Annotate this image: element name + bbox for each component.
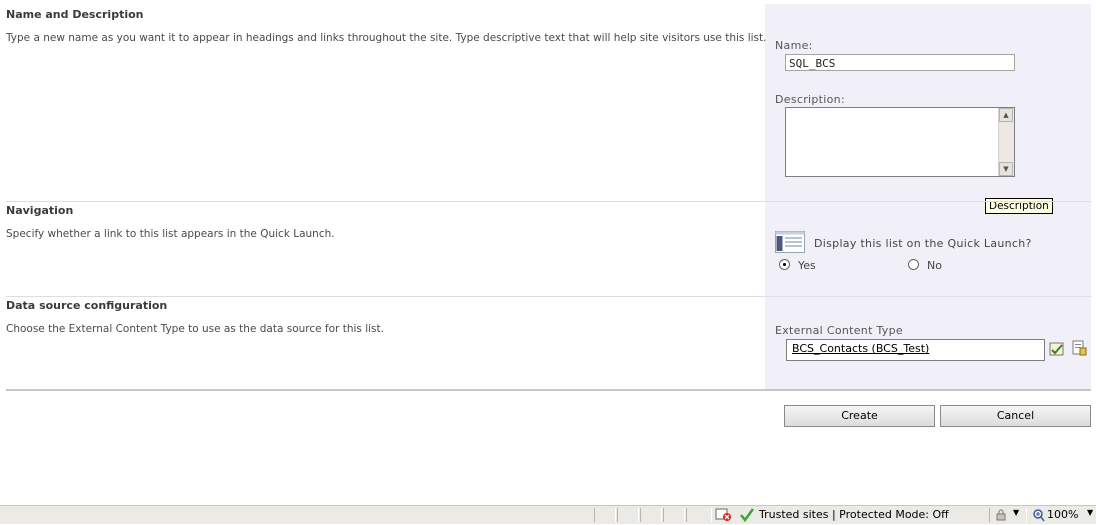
- name-input[interactable]: SQL_BCS: [785, 54, 1015, 71]
- lock-icon[interactable]: [995, 509, 1007, 521]
- section-desc-data-source: Choose the External Content Type to use …: [6, 323, 384, 335]
- chevron-down-icon[interactable]: ▼: [1013, 508, 1019, 517]
- section-title-data-source: Data source configuration: [6, 299, 168, 312]
- browse-icon[interactable]: [1071, 340, 1087, 356]
- status-segment: [640, 508, 662, 522]
- section-title-name-description: Name and Description: [6, 8, 144, 21]
- status-segment: [594, 508, 616, 522]
- quick-launch-icon: [775, 231, 805, 253]
- description-textarea[interactable]: ▲ ▼: [785, 107, 1015, 177]
- browser-status-bar: Trusted sites | Protected Mode: Off ▼ 10…: [0, 505, 1096, 524]
- cancel-button[interactable]: Cancel: [940, 405, 1091, 427]
- section-desc-navigation: Specify whether a link to this list appe…: [6, 228, 335, 240]
- zoom-level[interactable]: 100%: [1047, 508, 1078, 521]
- section-desc-name-description: Type a new name as you want it to appear…: [6, 32, 767, 44]
- scroll-up-icon[interactable]: ▲: [999, 108, 1013, 122]
- description-label: Description:: [775, 93, 845, 106]
- yes-label: Yes: [798, 259, 816, 272]
- no-radio[interactable]: [908, 259, 919, 270]
- divider: [6, 389, 1091, 391]
- divider: [6, 296, 1091, 297]
- status-segment: [663, 508, 685, 522]
- create-button[interactable]: Create: [784, 405, 935, 427]
- status-segment: [686, 508, 712, 522]
- status-segment: [617, 508, 639, 522]
- check-names-icon[interactable]: [1049, 341, 1065, 357]
- description-scrollbar[interactable]: ▲ ▼: [998, 108, 1014, 176]
- divider: [6, 201, 1091, 202]
- ect-picker-input[interactable]: BCS_Contacts (BCS_Test): [786, 339, 1045, 361]
- zoom-icon[interactable]: [1033, 508, 1045, 522]
- section-title-navigation: Navigation: [6, 204, 74, 217]
- name-label: Name:: [775, 39, 813, 52]
- popup-blocked-icon[interactable]: [715, 508, 733, 522]
- quick-launch-label: Display this list on the Quick Launch?: [814, 237, 1032, 250]
- scroll-down-icon[interactable]: ▼: [999, 162, 1013, 176]
- ect-label: External Content Type: [775, 324, 903, 337]
- security-zone-text[interactable]: Trusted sites | Protected Mode: Off: [759, 508, 949, 521]
- trusted-check-icon: [740, 508, 755, 523]
- chevron-down-icon[interactable]: ▼: [1087, 508, 1093, 517]
- no-label: No: [927, 259, 942, 272]
- yes-radio[interactable]: [779, 259, 790, 270]
